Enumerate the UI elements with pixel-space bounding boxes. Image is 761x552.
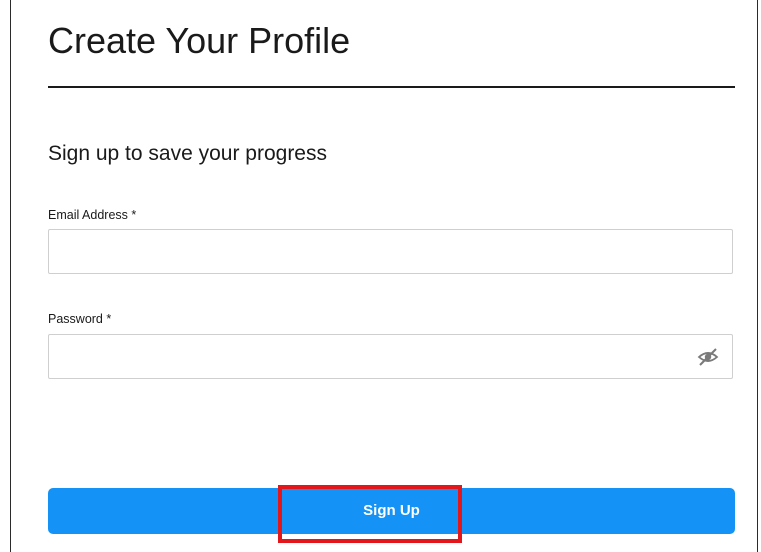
- password-field-container: [48, 334, 733, 379]
- form-subtitle: Sign up to save your progress: [48, 142, 327, 165]
- password-label: Password *: [48, 312, 112, 326]
- sign-up-label: Sign Up: [363, 502, 420, 519]
- title-divider: [48, 86, 735, 88]
- page-right-border: [757, 0, 758, 552]
- page-left-border: [10, 0, 11, 552]
- password-field[interactable]: [49, 335, 732, 378]
- sign-up-button[interactable]: Sign Up: [48, 488, 735, 534]
- eye-slash-icon[interactable]: [696, 346, 720, 368]
- page-title: Create Your Profile: [48, 20, 351, 61]
- email-field[interactable]: [49, 230, 732, 273]
- email-field-container: [48, 229, 733, 274]
- email-label: Email Address *: [48, 208, 137, 222]
